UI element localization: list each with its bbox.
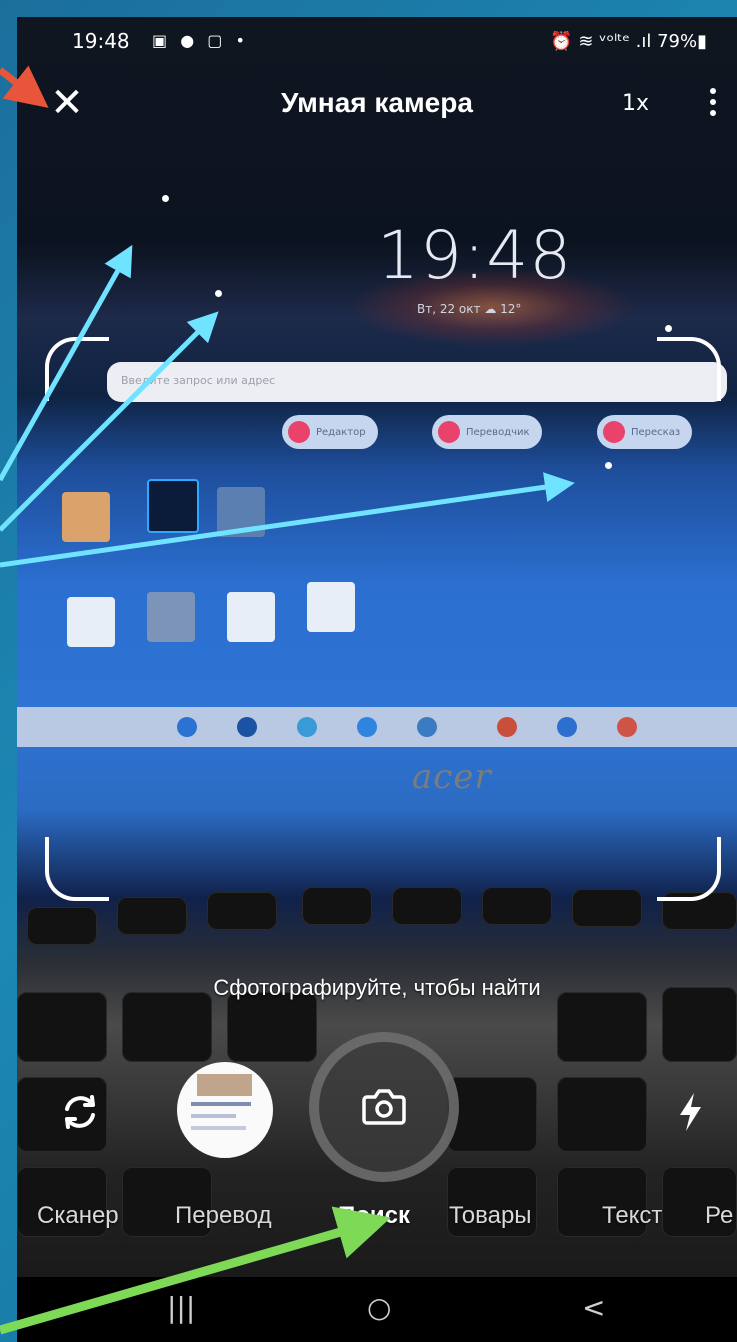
- phone-screen: 19:48 Вт, 22 окт ☁ 12° Введите запрос ил…: [17, 17, 737, 1342]
- excel-icon: [307, 582, 355, 632]
- excel-icon: [227, 592, 275, 642]
- flash-icon[interactable]: [670, 1087, 710, 1137]
- desktop-icon: [67, 597, 115, 647]
- frame-corner-top-right: [657, 337, 721, 401]
- browser-placeholder: Введите запрос или адрес: [121, 374, 276, 387]
- status-right-icons: ⏰ ≋ ᵛᵒˡᵗᵉ .ıl 79%▮: [550, 31, 707, 52]
- chip-retell: Пересказ: [597, 415, 693, 449]
- translator-icon: [438, 421, 460, 443]
- notification-icons: ▣ ● ▢ •: [152, 31, 249, 50]
- editor-icon: [288, 421, 310, 443]
- chip-translator: Переводчик: [432, 415, 542, 449]
- mode-more[interactable]: Ре: [705, 1202, 733, 1230]
- mode-search[interactable]: Поиск: [338, 1202, 410, 1230]
- status-time: 19:48: [72, 29, 130, 53]
- switch-camera-icon[interactable]: [55, 1087, 105, 1137]
- photoshop-icon: [147, 479, 199, 533]
- desktop-icon: [217, 487, 265, 537]
- shutter-button[interactable]: [309, 1032, 459, 1182]
- frame-corner-bottom-left: [45, 837, 109, 901]
- mode-translate[interactable]: Перевод: [175, 1202, 272, 1230]
- system-navbar: ||| ○ <: [17, 1277, 737, 1342]
- desktop-icon: [62, 492, 110, 542]
- mode-text[interactable]: Текст: [602, 1202, 662, 1230]
- browser-search-bar: Введите запрос или адрес: [107, 362, 727, 402]
- lock-screen-date: Вт, 22 окт ☁ 12°: [417, 302, 522, 316]
- frame-corner-bottom-right: [657, 837, 721, 901]
- focus-dot: [605, 462, 612, 469]
- frame-corner-top-left: [45, 337, 109, 401]
- camera-icon: [362, 1089, 406, 1125]
- mode-products[interactable]: Товары: [449, 1202, 532, 1230]
- hint-text: Сфотографируйте, чтобы найти: [213, 975, 541, 1000]
- chip-label: Пересказ: [631, 426, 681, 438]
- top-bar: ✕ Умная камера 1x: [17, 73, 737, 133]
- gallery-thumbnail[interactable]: [177, 1062, 273, 1158]
- focus-dot: [215, 290, 222, 297]
- status-bar: 19:48 ▣ ● ▢ • ⏰ ≋ ᵛᵒˡᵗᵉ .ıl 79%▮: [17, 17, 737, 73]
- recent-apps-button[interactable]: |||: [167, 1291, 195, 1324]
- chip-editor: Редактор: [282, 415, 378, 449]
- mode-selector: Сканер Перевод Поиск Товары Текст Ре: [17, 1202, 737, 1242]
- chip-label: Редактор: [316, 426, 366, 438]
- mode-scanner[interactable]: Сканер: [37, 1202, 119, 1230]
- more-menu-icon[interactable]: [701, 85, 725, 119]
- focus-dot: [162, 195, 169, 202]
- back-button[interactable]: <: [582, 1291, 605, 1324]
- laptop-taskbar: [17, 707, 737, 747]
- home-button[interactable]: ○: [367, 1291, 391, 1324]
- desktop-icon: [147, 592, 195, 642]
- zoom-button[interactable]: 1x: [622, 91, 649, 116]
- chip-label: Переводчик: [466, 426, 530, 438]
- focus-dot: [665, 325, 672, 332]
- lock-screen-time: 19:48: [377, 217, 573, 294]
- laptop-brand-logo: acer: [412, 757, 492, 797]
- retell-icon: [603, 421, 625, 443]
